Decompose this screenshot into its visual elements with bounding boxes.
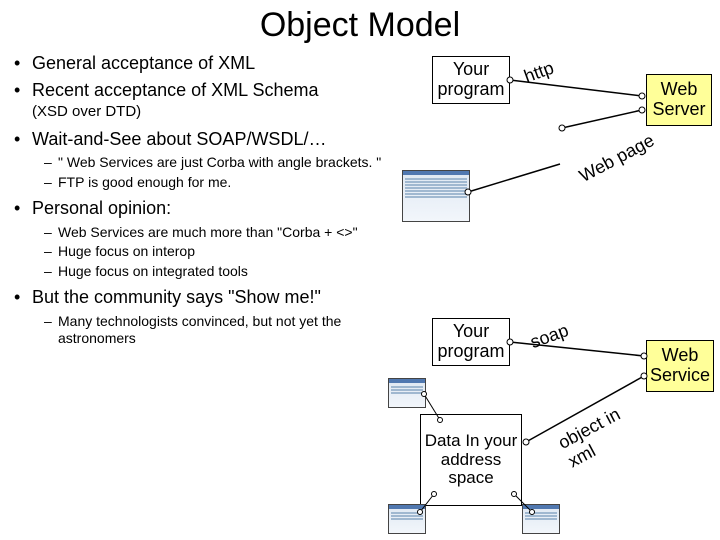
slide-title: Object Model [0,0,720,47]
label-object-in-xml: object in xml [555,398,645,473]
bullet-1: General acceptance of XML [14,52,414,75]
bullet-2: Recent acceptance of XML Schema [14,79,414,102]
thumbnail-small-1-icon [388,378,426,408]
box-data-address-space: Data In your address space [420,414,522,506]
bullet-3-sub-1: " Web Services are just Corba with angle… [44,154,414,172]
thumbnail-small-3-icon [522,504,560,534]
label-soap: soap [528,320,572,353]
bullet-4-sub-1: Web Services are much more than "Corba +… [44,224,414,242]
bullet-4-sub-3: Huge focus on integrated tools [44,263,414,281]
bullet-3: Wait-and-See about SOAP/WSDL/… [14,128,414,151]
bullet-3-sub-2: FTP is good enough for me. [44,174,414,192]
bullet-content: General acceptance of XML Recent accepta… [14,52,414,354]
thumbnail-webpage-icon [402,170,470,222]
bullet-5: But the community says "Show me!" [14,286,414,309]
bullet-2-paren: (XSD over DTD) [32,103,414,122]
thumbnail-small-2-icon [388,504,426,534]
box-web-service: Web Service [646,340,714,392]
bullet-4-sub-2: Huge focus on interop [44,243,414,261]
label-web-page: Web page [576,130,658,187]
bullet-5-sub-1: Many technologists convinced, but not ye… [44,313,414,348]
box-your-program-top: Your program [432,56,510,104]
box-your-program-bottom: Your program [432,318,510,366]
box-web-server: Web Server [646,74,712,126]
bullet-4: Personal opinion: [14,197,414,220]
label-http: http [521,57,556,87]
